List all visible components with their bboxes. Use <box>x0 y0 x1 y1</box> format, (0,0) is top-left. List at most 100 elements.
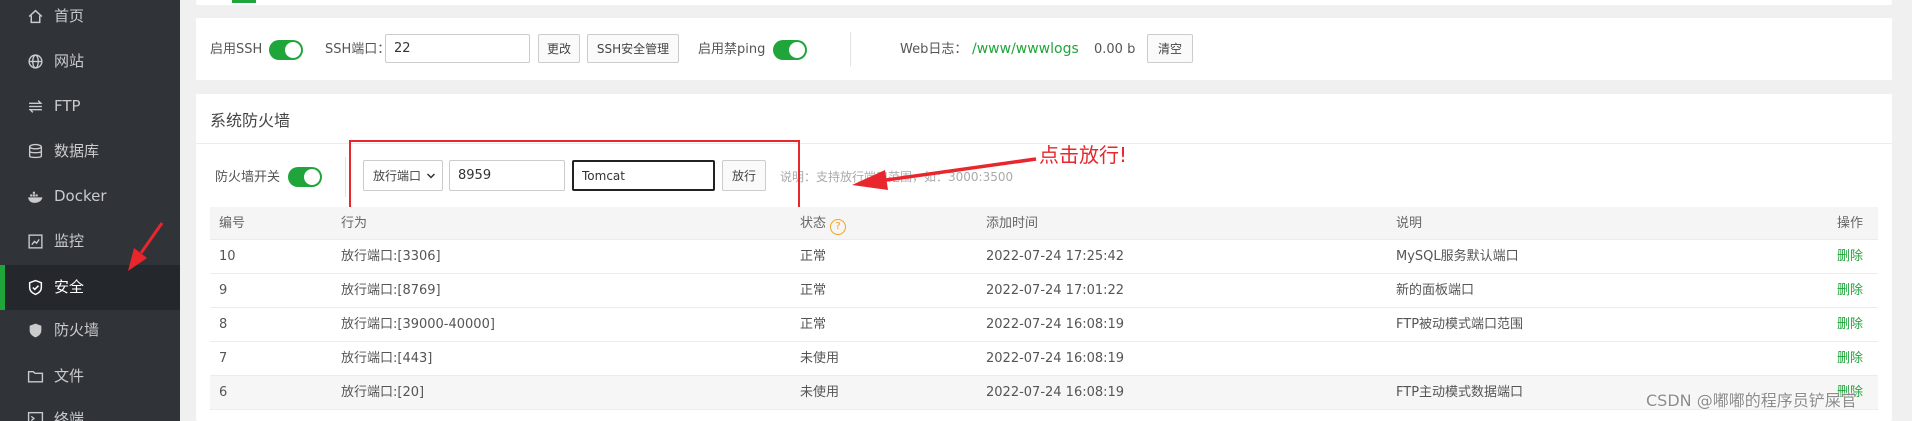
sidebar-item-home[interactable]: 首页 <box>0 0 180 39</box>
sidebar-item-files[interactable]: 文件 <box>0 354 180 399</box>
globe-icon <box>27 53 44 70</box>
terminal-icon <box>27 410 44 421</box>
row-id: 9 <box>219 283 228 298</box>
sidebar-item-label: Docker <box>54 187 107 205</box>
weblog-label: Web日志： <box>900 42 968 57</box>
table-row: 7 放行端口:[443] 未使用 2022-07-24 16:08:19 删除 <box>210 342 1878 376</box>
folder-icon <box>27 368 44 385</box>
row-status: 正常 <box>800 283 827 298</box>
row-action: 放行端口:[8769] <box>341 283 441 298</box>
sidebar-item-docker[interactable]: Docker <box>0 174 180 219</box>
annotation-text: 点击放行! <box>1039 143 1128 167</box>
sidebar-item-database[interactable]: 数据库 <box>0 129 180 174</box>
toggle-knob <box>285 42 301 58</box>
row-id: 7 <box>219 351 228 366</box>
clear-log-button[interactable]: 清空 <box>1147 34 1193 63</box>
shield-icon <box>27 279 44 296</box>
ssh-security-manage-button[interactable]: SSH安全管理 <box>587 34 679 63</box>
row-note: MySQL服务默认端口 <box>1396 249 1519 264</box>
delete-link[interactable]: 删除 <box>1837 317 1863 333</box>
sidebar-item-terminal[interactable]: 终端 <box>0 398 180 421</box>
watermark: CSDN @嘟嘟的程序员铲屎官 <box>1646 391 1857 410</box>
header-op: 操作 <box>1836 216 1863 231</box>
row-time: 2022-07-24 16:08:19 <box>986 385 1125 400</box>
ssh-settings-card: 启用SSH SSH端口： 更改 SSH安全管理 启用禁ping Web日志： /… <box>196 18 1892 80</box>
sidebar-item-label: 数据库 <box>54 142 100 160</box>
sidebar: 首页 网站 FTP 数据库 Docker 监控 安全 防火墙 文件 终端 <box>0 0 180 421</box>
sidebar-item-label: 监控 <box>54 232 85 250</box>
sidebar-item-monitor[interactable]: 监控 <box>0 219 180 264</box>
help-icon[interactable]: ? <box>830 219 847 235</box>
sidebar-item-firewall[interactable]: 防火墙 <box>0 308 180 353</box>
disable-ping-toggle[interactable] <box>773 40 807 60</box>
weblog-size: 0.00 b <box>1094 42 1136 57</box>
sidebar-item-label: 终端 <box>54 410 85 421</box>
sidebar-item-label: 文件 <box>54 367 85 385</box>
row-time: 2022-07-24 16:08:19 <box>986 351 1125 366</box>
table-header: 编号 行为 状态? 添加时间 说明 操作 <box>210 207 1878 240</box>
ssh-enable-label: 启用SSH <box>210 42 263 57</box>
row-time: 2022-07-24 16:08:19 <box>986 317 1125 332</box>
header-note: 说明 <box>1396 216 1423 231</box>
row-action: 放行端口:[39000-40000] <box>341 317 495 332</box>
sidebar-item-label: 首页 <box>54 7 85 25</box>
header-status: 状态? <box>800 216 847 235</box>
delete-link[interactable]: 删除 <box>1837 283 1863 299</box>
highlight-box <box>349 140 800 215</box>
port-hint: 说明：支持放行端口范围，如：3000:3500 <box>780 170 1014 184</box>
row-action: 放行端口:[20] <box>341 385 425 400</box>
top-tab-strip <box>196 0 1892 5</box>
ssh-port-label: SSH端口： <box>325 42 391 57</box>
database-icon <box>27 143 44 160</box>
row-note: 新的面板端口 <box>1396 283 1475 298</box>
row-id: 8 <box>219 317 228 332</box>
firewall-rules-table: 编号 行为 状态? 添加时间 说明 操作 10 放行端口:[3306] 正常 2… <box>210 207 1878 421</box>
header-time: 添加时间 <box>986 216 1039 231</box>
row-status: 正常 <box>800 317 827 332</box>
table-row: 10 放行端口:[3306] 正常 2022-07-24 17:25:42 My… <box>210 240 1878 274</box>
firewall-icon <box>27 322 44 339</box>
table-row: 8 放行端口:[39000-40000] 正常 2022-07-24 16:08… <box>210 308 1878 342</box>
row-status: 未使用 <box>800 351 840 366</box>
toggle-knob <box>789 42 805 58</box>
divider <box>345 157 346 197</box>
row-id: 10 <box>219 249 236 264</box>
toggle-knob <box>304 169 320 185</box>
firewall-title: 系统防火墙 <box>210 111 291 130</box>
delete-link[interactable]: 删除 <box>1837 351 1863 367</box>
sidebar-item-label: 网站 <box>54 52 85 70</box>
sidebar-item-website[interactable]: 网站 <box>0 39 180 84</box>
firewall-switch-label: 防火墙开关 <box>215 170 281 185</box>
row-note: FTP主动模式数据端口 <box>1396 385 1524 400</box>
sidebar-item-label: 防火墙 <box>54 321 100 339</box>
ssh-port-input[interactable] <box>385 34 530 63</box>
sidebar-item-label: FTP <box>54 97 81 115</box>
row-status: 未使用 <box>800 385 840 400</box>
divider <box>850 32 851 66</box>
firewall-switch-toggle[interactable] <box>288 167 322 187</box>
header-action: 行为 <box>341 216 368 231</box>
docker-icon <box>27 188 44 205</box>
row-status: 正常 <box>800 249 827 264</box>
row-action: 放行端口:[443] <box>341 351 433 366</box>
sidebar-item-label: 安全 <box>54 278 85 296</box>
sidebar-item-ftp[interactable]: FTP <box>0 84 180 129</box>
ssh-enable-toggle[interactable] <box>269 40 303 60</box>
change-port-button[interactable]: 更改 <box>538 34 580 63</box>
disable-ping-label: 启用禁ping <box>698 42 766 57</box>
header-id: 编号 <box>219 216 246 231</box>
weblog-path: /www/wwwlogs <box>972 41 1079 57</box>
row-time: 2022-07-24 17:01:22 <box>986 283 1125 298</box>
sidebar-item-security[interactable]: 安全 <box>0 265 180 310</box>
monitor-icon <box>27 233 44 250</box>
home-icon <box>27 8 44 25</box>
row-note: FTP被动模式端口范围 <box>1396 317 1524 332</box>
table-row: 6 放行端口:[20] 未使用 2022-07-24 16:08:19 FTP主… <box>210 376 1878 410</box>
table-row: 9 放行端口:[8769] 正常 2022-07-24 17:01:22 新的面… <box>210 274 1878 308</box>
delete-link[interactable]: 删除 <box>1837 249 1863 265</box>
active-tab-indicator <box>232 0 256 3</box>
ftp-icon <box>27 98 44 115</box>
header-status-label: 状态 <box>800 216 827 231</box>
row-action: 放行端口:[3306] <box>341 249 441 264</box>
row-time: 2022-07-24 17:25:42 <box>986 249 1125 264</box>
